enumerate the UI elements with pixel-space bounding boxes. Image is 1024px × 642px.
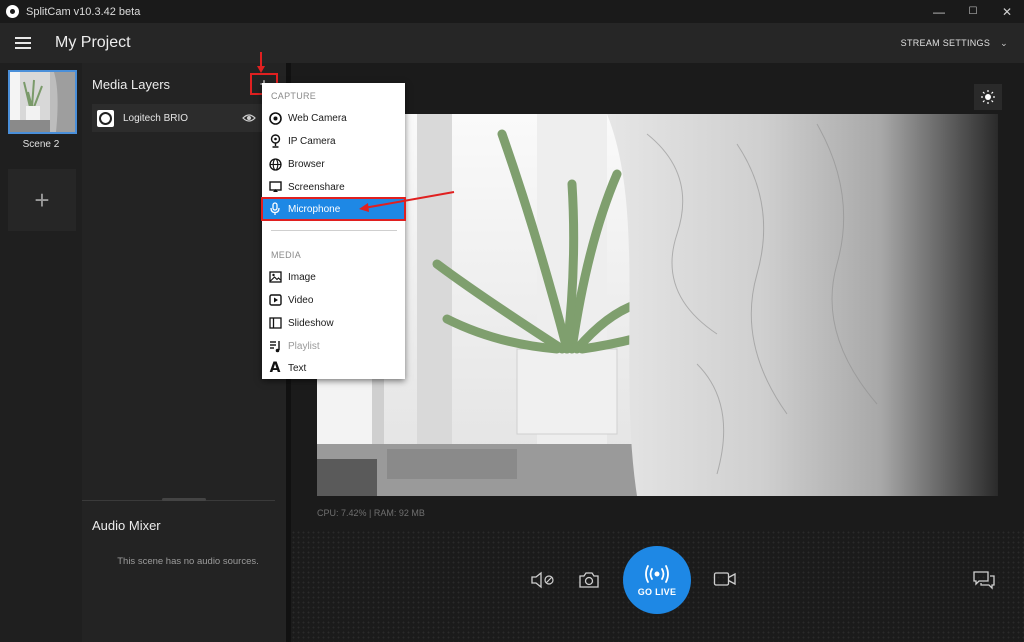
go-live-button[interactable]: GO LIVE xyxy=(623,546,691,614)
menu-item-video[interactable]: Video xyxy=(262,289,405,311)
webcam-icon xyxy=(97,109,114,127)
scene-preview-image xyxy=(10,72,75,132)
menu-item-text[interactable]: A Text xyxy=(262,357,405,379)
menu-item-browser[interactable]: Browser xyxy=(262,153,405,175)
microphone-icon xyxy=(268,202,282,216)
menu-item-playlist: Playlist xyxy=(262,335,405,357)
scene-label: Scene 2 xyxy=(22,139,60,150)
chevron-down-icon: ⌄ xyxy=(1000,37,1008,48)
camera-feed-image xyxy=(317,114,998,496)
no-audio-message: This scene has no audio sources. xyxy=(117,556,259,567)
scenes-sidebar: Scene 2 + xyxy=(0,63,82,642)
add-scene-button[interactable]: + xyxy=(8,169,76,231)
menu-item-label: Browser xyxy=(288,158,325,170)
window-controls: — ☐ ✕ xyxy=(922,0,1024,23)
resize-handle[interactable] xyxy=(162,498,206,501)
audio-mute-icon[interactable] xyxy=(530,570,556,590)
menu-item-web-camera[interactable]: Web Camera xyxy=(262,107,405,129)
project-title: My Project xyxy=(55,34,131,51)
bottom-control-bar: GO LIVE xyxy=(291,530,1024,642)
screenshare-icon xyxy=(268,180,282,194)
sun-icon xyxy=(981,90,995,104)
layer-name: Logitech BRIO xyxy=(123,112,189,124)
app-header: My Project STREAM SETTINGS ⌄ xyxy=(0,23,1024,63)
add-source-menu: CAPTURE Web Camera IP Camera Browser Scr… xyxy=(261,83,406,379)
menu-item-label: Microphone xyxy=(288,203,341,215)
scene-thumbnail[interactable] xyxy=(8,70,77,134)
menu-item-label: Video xyxy=(288,294,314,306)
globe-icon xyxy=(268,157,282,171)
title-bar: SplitCam v10.3.42 beta — ☐ ✕ xyxy=(0,0,1024,23)
media-section-heading: MEDIA xyxy=(271,250,302,260)
close-button[interactable]: ✕ xyxy=(990,0,1024,23)
media-layers-panel: Media Layers + Logitech BRIO ⋮ Audio Mix… xyxy=(82,63,287,642)
image-icon xyxy=(268,270,282,284)
menu-item-microphone[interactable]: Microphone xyxy=(261,197,406,221)
ip-camera-icon xyxy=(268,134,282,148)
brightness-button[interactable] xyxy=(974,84,1002,110)
chat-icon[interactable] xyxy=(972,570,996,590)
menu-item-label: Image xyxy=(288,271,316,283)
snapshot-camera-icon[interactable] xyxy=(578,570,600,590)
eye-icon[interactable] xyxy=(242,112,256,124)
menu-item-ip-camera[interactable]: IP Camera xyxy=(262,130,405,152)
broadcast-icon xyxy=(645,564,669,583)
menu-divider xyxy=(271,230,397,231)
playlist-icon xyxy=(268,339,282,353)
slideshow-icon xyxy=(268,316,282,330)
menu-item-slideshow[interactable]: Slideshow xyxy=(262,312,405,334)
menu-item-label: Web Camera xyxy=(288,112,347,124)
go-live-label: GO LIVE xyxy=(637,586,677,597)
app-logo-icon xyxy=(6,5,19,18)
menu-item-label: IP Camera xyxy=(288,135,336,147)
minimize-button[interactable]: — xyxy=(922,0,956,23)
text-icon: A xyxy=(269,360,281,376)
menu-item-label: Screenshare xyxy=(288,181,345,193)
record-video-icon[interactable] xyxy=(713,570,737,588)
video-play-icon xyxy=(268,293,282,307)
hamburger-menu-icon[interactable] xyxy=(15,37,31,49)
stream-settings-button[interactable]: STREAM SETTINGS ⌄ xyxy=(901,23,1008,63)
menu-item-label: Playlist xyxy=(288,340,320,352)
menu-item-screenshare[interactable]: Screenshare xyxy=(262,176,405,198)
menu-item-label: Slideshow xyxy=(288,317,334,329)
capture-section-heading: CAPTURE xyxy=(271,91,317,101)
media-layers-heading: Media Layers xyxy=(92,77,171,92)
layer-item[interactable]: Logitech BRIO ⋮ xyxy=(92,104,278,132)
maximize-button[interactable]: ☐ xyxy=(956,0,990,23)
webcam-icon xyxy=(268,111,282,125)
window-title: SplitCam v10.3.42 beta xyxy=(26,5,141,18)
stream-settings-label: STREAM SETTINGS xyxy=(900,38,991,48)
menu-item-label: Text xyxy=(288,362,307,374)
audio-mixer-heading: Audio Mixer xyxy=(92,518,161,533)
performance-stats: CPU: 7.42% | RAM: 92 MB xyxy=(317,508,425,518)
camera-preview xyxy=(317,114,998,496)
menu-item-image[interactable]: Image xyxy=(262,266,405,288)
